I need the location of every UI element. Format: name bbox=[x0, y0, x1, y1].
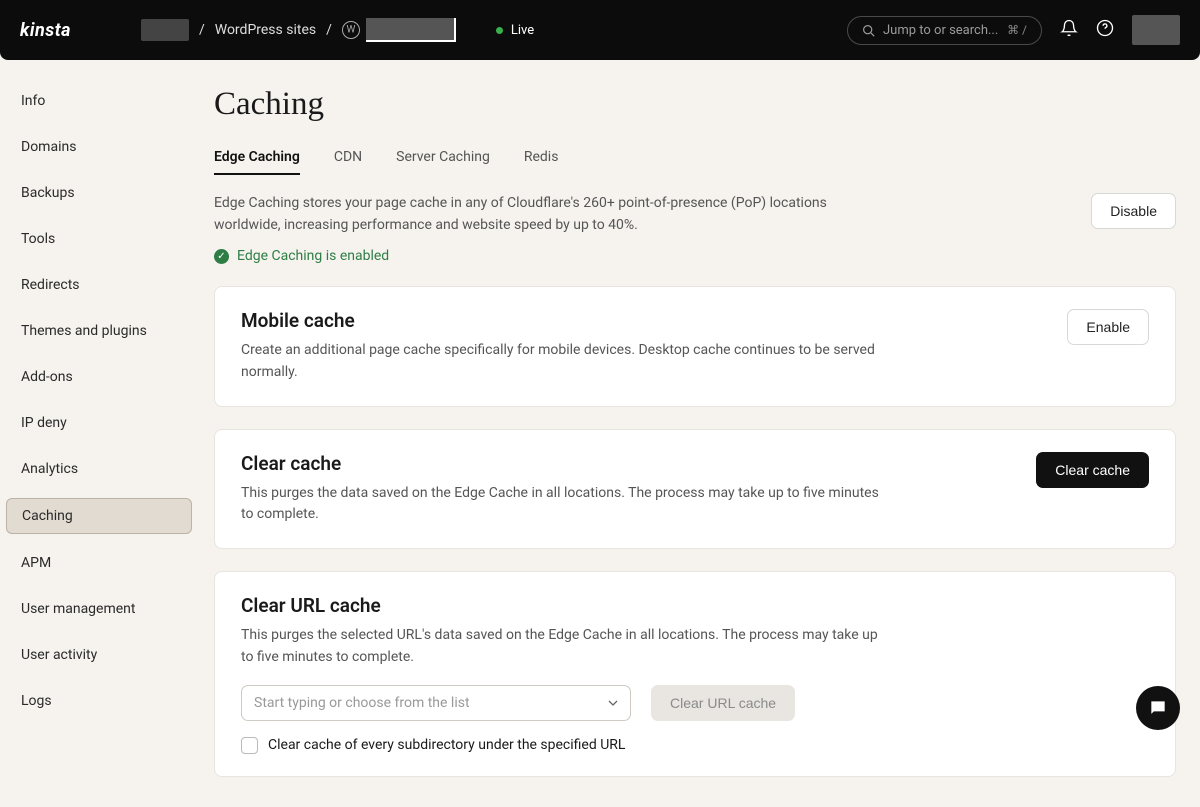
sidebar-item-caching[interactable]: Caching bbox=[6, 498, 192, 534]
tabs: Edge Caching CDN Server Caching Redis bbox=[214, 149, 1176, 175]
search-icon bbox=[862, 24, 875, 37]
status-line: Edge Caching is enabled bbox=[214, 248, 894, 264]
clear-url-cache-button[interactable]: Clear URL cache bbox=[651, 685, 795, 721]
sidebar-item-ip-deny[interactable]: IP deny bbox=[6, 406, 192, 440]
wordpress-icon bbox=[342, 21, 360, 39]
subdirectory-checkbox[interactable] bbox=[241, 737, 258, 754]
search-input[interactable]: Jump to or search... ⌘ / bbox=[847, 16, 1042, 45]
clear-url-cache-title: Clear URL cache bbox=[241, 594, 1149, 617]
tab-description: Edge Caching stores your page cache in a… bbox=[214, 193, 894, 236]
clear-cache-card: Clear cache This purges the data saved o… bbox=[214, 429, 1176, 549]
brand-logo[interactable]: kinsta bbox=[20, 20, 71, 41]
clear-url-cache-card: Clear URL cache This purges the selected… bbox=[214, 571, 1176, 776]
tab-server-caching[interactable]: Server Caching bbox=[396, 149, 490, 175]
subdirectory-checkbox-label: Clear cache of every subdirectory under … bbox=[268, 737, 625, 753]
breadcrumb-separator: / bbox=[326, 22, 332, 38]
notifications-button[interactable] bbox=[1060, 19, 1078, 41]
enable-mobile-cache-button[interactable]: Enable bbox=[1067, 309, 1149, 345]
breadcrumb: / WordPress sites / bbox=[141, 18, 456, 42]
breadcrumb-org[interactable] bbox=[141, 19, 189, 41]
breadcrumb-site[interactable] bbox=[342, 18, 456, 42]
chat-icon bbox=[1148, 698, 1168, 718]
sidebar-item-domains[interactable]: Domains bbox=[6, 130, 192, 164]
search-placeholder: Jump to or search... bbox=[883, 23, 998, 38]
main-content: Caching Edge Caching CDN Server Caching … bbox=[198, 60, 1186, 807]
mobile-cache-card: Mobile cache Create an additional page c… bbox=[214, 286, 1176, 406]
chat-fab[interactable] bbox=[1136, 686, 1180, 730]
breadcrumb-wp-sites[interactable]: WordPress sites bbox=[215, 22, 316, 38]
search-shortcut: ⌘ / bbox=[1007, 23, 1027, 37]
sidebar-item-backups[interactable]: Backups bbox=[6, 176, 192, 210]
sidebar-item-logs[interactable]: Logs bbox=[6, 684, 192, 718]
bell-icon bbox=[1060, 19, 1078, 37]
status-dot-icon bbox=[496, 27, 503, 34]
tab-cdn[interactable]: CDN bbox=[334, 149, 362, 175]
mobile-cache-description: Create an additional page cache specific… bbox=[241, 340, 881, 383]
sidebar-item-add-ons[interactable]: Add-ons bbox=[6, 360, 192, 394]
sidebar-item-analytics[interactable]: Analytics bbox=[6, 452, 192, 486]
help-icon bbox=[1096, 19, 1114, 37]
check-circle-icon bbox=[214, 249, 229, 264]
sidebar-item-themes-plugins[interactable]: Themes and plugins bbox=[6, 314, 192, 348]
sidebar-item-redirects[interactable]: Redirects bbox=[6, 268, 192, 302]
clear-url-cache-description: This purges the selected URL's data save… bbox=[241, 625, 881, 668]
clear-cache-button[interactable]: Clear cache bbox=[1036, 452, 1149, 488]
mobile-cache-title: Mobile cache bbox=[241, 309, 881, 332]
breadcrumb-separator: / bbox=[199, 22, 205, 38]
chevron-down-icon bbox=[608, 698, 618, 708]
sidebar-item-info[interactable]: Info bbox=[6, 84, 192, 118]
sidebar-item-apm[interactable]: APM bbox=[6, 546, 192, 580]
sidebar-item-user-activity[interactable]: User activity bbox=[6, 638, 192, 672]
tab-redis[interactable]: Redis bbox=[524, 149, 559, 175]
sidebar-item-user-management[interactable]: User management bbox=[6, 592, 192, 626]
help-button[interactable] bbox=[1096, 19, 1114, 41]
url-select-placeholder: Start typing or choose from the list bbox=[254, 695, 470, 711]
account-menu[interactable] bbox=[1132, 15, 1180, 45]
environment-badge[interactable]: Live bbox=[496, 23, 534, 38]
top-bar: kinsta / WordPress sites / Live Jump to … bbox=[0, 0, 1200, 60]
disable-button[interactable]: Disable bbox=[1091, 193, 1176, 229]
clear-cache-title: Clear cache bbox=[241, 452, 881, 475]
status-text: Edge Caching is enabled bbox=[237, 248, 389, 264]
clear-cache-description: This purges the data saved on the Edge C… bbox=[241, 483, 881, 526]
sidebar: Info Domains Backups Tools Redirects The… bbox=[0, 60, 198, 807]
page-title: Caching bbox=[214, 86, 1176, 123]
environment-label: Live bbox=[511, 23, 534, 38]
sidebar-item-tools[interactable]: Tools bbox=[6, 222, 192, 256]
breadcrumb-site-name bbox=[366, 18, 456, 42]
tab-edge-caching[interactable]: Edge Caching bbox=[214, 149, 300, 175]
url-select-input[interactable]: Start typing or choose from the list bbox=[241, 685, 631, 721]
